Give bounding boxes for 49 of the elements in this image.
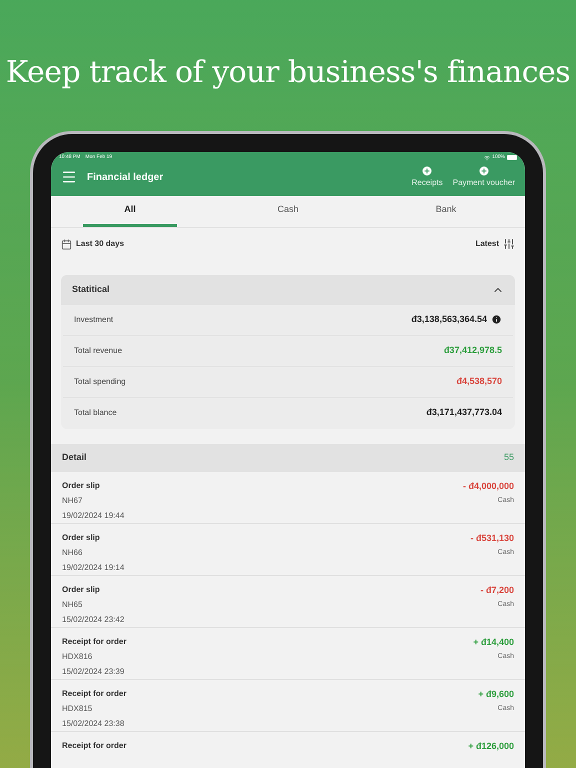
entry-title: Order slip	[62, 532, 101, 544]
entry-amount: + đ14,400	[473, 636, 514, 648]
period-filter[interactable]: Last 30 days	[61, 238, 124, 250]
entry-title: Receipt for order	[62, 740, 126, 752]
entry-amount: - đ7,200	[480, 584, 514, 596]
statistics-title: Statitical	[72, 282, 110, 296]
sort-button[interactable]: Latest	[475, 238, 515, 250]
wifi-icon	[484, 154, 490, 161]
entry-time: 15/02/2024 23:42	[62, 614, 124, 626]
entry-code: HDX815	[62, 702, 94, 714]
app-title: Financial ledger	[87, 170, 164, 184]
detail-count: 55	[504, 450, 514, 464]
info-icon[interactable]	[491, 314, 502, 325]
statistic-label: Investment	[74, 314, 114, 326]
entry-amount: + đ126,000	[468, 740, 514, 752]
entry-code: NH66	[62, 546, 84, 558]
entry-code: HDX816	[62, 650, 94, 662]
headline: Keep track of your business's finances	[4, 54, 572, 92]
sliders-icon	[503, 238, 515, 250]
tab[interactable]: All	[83, 196, 177, 226]
battery-icon	[507, 155, 517, 160]
entry-amount: - đ531,130	[470, 532, 514, 544]
statistic-value: đ3,171,437,773.04	[426, 406, 502, 420]
entry-code: NH65	[62, 598, 84, 610]
menu-icon[interactable]	[61, 169, 77, 185]
plus-icon	[421, 165, 434, 177]
calendar-icon	[61, 238, 72, 250]
ledger-entry[interactable]: Receipt for order + đ126,000	[51, 732, 525, 768]
plus-icon	[478, 165, 490, 177]
statistic-label: Total spending	[74, 376, 126, 388]
tab[interactable]: Bank	[399, 196, 493, 226]
statistic-value: đ37,412,978.5	[444, 344, 502, 357]
entry-code: NH67	[62, 494, 84, 506]
entry-amount: + đ9,600	[478, 688, 514, 700]
entry-amount: - đ4,000,000	[462, 480, 514, 492]
entry-title: Order slip	[62, 584, 101, 596]
entry-time: 19/02/2024 19:14	[62, 562, 124, 574]
entry-time: 15/02/2024 23:39	[62, 666, 126, 678]
statistic-value: đ4,538,570	[456, 374, 502, 388]
entry-time: 15/02/2024 23:38	[62, 718, 126, 730]
entry-title: Order slip	[62, 480, 101, 492]
detail-title: Detail	[62, 450, 87, 464]
entry-title: Receipt for order	[62, 688, 126, 700]
entry-title: Receipt for order	[62, 636, 126, 648]
statistic-label: Total revenue	[74, 344, 122, 356]
statistic-value: đ3,138,563,364.54	[411, 312, 487, 326]
entry-time: 19/02/2024 19:44	[62, 510, 124, 522]
tab[interactable]: Cash	[241, 196, 335, 226]
statistic-label: Total blance	[74, 407, 117, 419]
